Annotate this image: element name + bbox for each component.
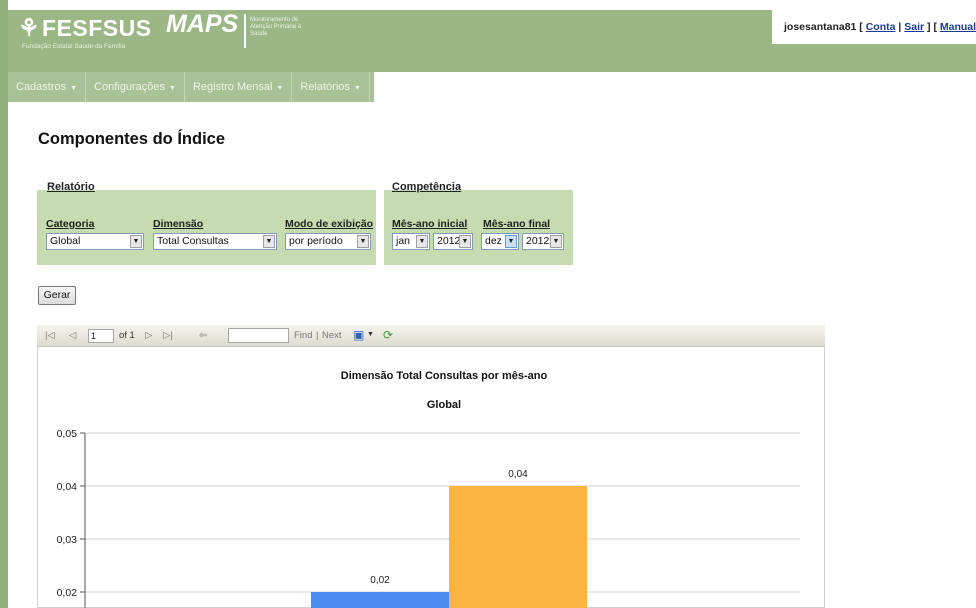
nav-label: Cadastros [16, 81, 67, 93]
y-tick-label: 0,02 [57, 587, 78, 599]
modo-select[interactable]: por período ▼ [285, 233, 371, 250]
page-input[interactable]: 1 [88, 329, 114, 343]
nav-registro-mensal[interactable]: Registro Mensal ▼ [185, 72, 293, 102]
user-info: josesantana81 [ Conta | Sair ] [ Manual … [784, 21, 976, 33]
manual-link[interactable]: Manual [940, 21, 976, 33]
bar-value-label: 0,04 [508, 469, 528, 480]
chevron-down-icon: ▼ [169, 85, 176, 92]
maps-title: MAPS [166, 10, 239, 38]
nav-label: Configurações [94, 81, 166, 93]
nav-cadastros[interactable]: Cadastros ▼ [8, 72, 87, 102]
bar-value-label: 0,02 [370, 575, 390, 586]
logo-text: FESFSUS [42, 15, 152, 41]
bar[interactable] [311, 592, 449, 608]
export-icon[interactable]: ▣ [353, 328, 364, 342]
find-input[interactable] [228, 328, 289, 343]
main-nav: Cadastros ▼ Configurações ▼ Registro Mensa… [8, 72, 374, 102]
first-page-icon[interactable]: |◁ [45, 330, 55, 341]
maps-subtitle: Monitoramento de Atenção Primária à Saúd… [250, 17, 302, 37]
nav-label: Relatórios [300, 81, 350, 93]
chevron-down-icon[interactable]: ▼ [550, 235, 562, 248]
competencia-legend: Competência [392, 181, 462, 193]
nav-relatorios[interactable]: Relatórios ▼ [292, 72, 370, 102]
ano-final-value: 2012 [526, 235, 550, 247]
back-icon[interactable]: ⇦ [199, 330, 207, 341]
bar[interactable] [449, 486, 587, 608]
next-page-icon[interactable]: ▷ [145, 330, 152, 341]
find-link[interactable]: Find [294, 330, 312, 341]
y-tick-label: 0,05 [57, 428, 78, 440]
chevron-down-icon[interactable]: ▼ [416, 235, 428, 248]
refresh-icon[interactable]: ⟳ [383, 328, 393, 342]
next-link[interactable]: Next [322, 330, 342, 341]
chevron-down-icon[interactable]: ▼ [459, 235, 471, 248]
chevron-down-icon: ▼ [70, 85, 78, 92]
chart-area: Dimensão Total Consultas por mês-ano Glo… [38, 348, 824, 608]
bar-chart: Dimensão Total Consultas por mês-ano Glo… [57, 370, 800, 608]
chart-title: Dimensão Total Consultas por mês-ano [341, 370, 548, 382]
mes-inicial-select[interactable]: jan ▼ [392, 233, 430, 250]
logo-subtitle: Fundação Estatal Saúde da Família [22, 43, 126, 50]
chevron-down-icon: ▼ [353, 85, 361, 92]
chevron-down-icon[interactable]: ▼ [357, 235, 369, 248]
report-toolbar: |◁ ◁ 1 of 1 ▷ ▷| ⇦ Find | Next ▣ ▼ ⟳ [37, 325, 825, 347]
mes-ano-final-label: Mês-ano final [483, 218, 551, 230]
dimensao-select[interactable]: Total Consultas ▼ [153, 233, 277, 250]
prev-page-icon[interactable]: ◁ [69, 330, 76, 341]
conta-link[interactable]: Conta [866, 21, 896, 33]
chevron-down-icon: ▼ [276, 85, 284, 92]
maps-divider [244, 14, 246, 48]
nav-label: Registro Mensal [192, 81, 273, 93]
categoria-value: Global [50, 235, 81, 247]
toolbar-separator: | [316, 330, 319, 341]
ano-inicial-value: 2012 [437, 235, 461, 247]
page-count: of 1 [119, 330, 135, 341]
mes-ano-inicial-label: Mês-ano inicial [392, 218, 468, 230]
ano-inicial-select[interactable]: 2012 ▼ [433, 233, 473, 250]
modo-value: por período [289, 235, 343, 247]
dimensao-label: Dimensão [153, 218, 204, 230]
gerar-button[interactable]: Gerar [38, 286, 76, 305]
y-tick-label: 0,04 [57, 481, 78, 493]
last-page-icon[interactable]: ▷| [163, 330, 173, 341]
export-dropdown-icon[interactable]: ▼ [367, 331, 374, 338]
fesfsus-logo[interactable]: ⚘FESFSUS [18, 14, 152, 43]
mes-final-select[interactable]: dez ▼ [481, 233, 519, 250]
chevron-down-icon[interactable]: ▼ [130, 235, 142, 248]
modo-label: Modo de exibição [285, 218, 374, 230]
relatorio-legend: Relatório [47, 181, 95, 193]
nav-configuracoes[interactable]: Configurações ▼ [86, 72, 185, 102]
username: josesantana81 [784, 21, 857, 33]
chevron-down-icon[interactable]: ▼ [505, 235, 517, 248]
sair-link[interactable]: Sair [904, 21, 924, 33]
page-title: Componentes do Índice [38, 130, 226, 148]
mes-inicial-value: jan [396, 235, 411, 247]
chart-subtitle: Global [427, 399, 461, 411]
mes-final-value: dez [485, 235, 502, 247]
categoria-label: Categoria [46, 218, 95, 230]
chevron-down-icon[interactable]: ▼ [263, 235, 275, 248]
left-border [0, 0, 8, 608]
y-tick-label: 0,03 [57, 534, 78, 546]
dimensao-value: Total Consultas [157, 235, 229, 247]
family-logo-icon: ⚘ [18, 15, 41, 42]
ano-final-select[interactable]: 2012 ▼ [522, 233, 564, 250]
categoria-select[interactable]: Global ▼ [46, 233, 144, 250]
